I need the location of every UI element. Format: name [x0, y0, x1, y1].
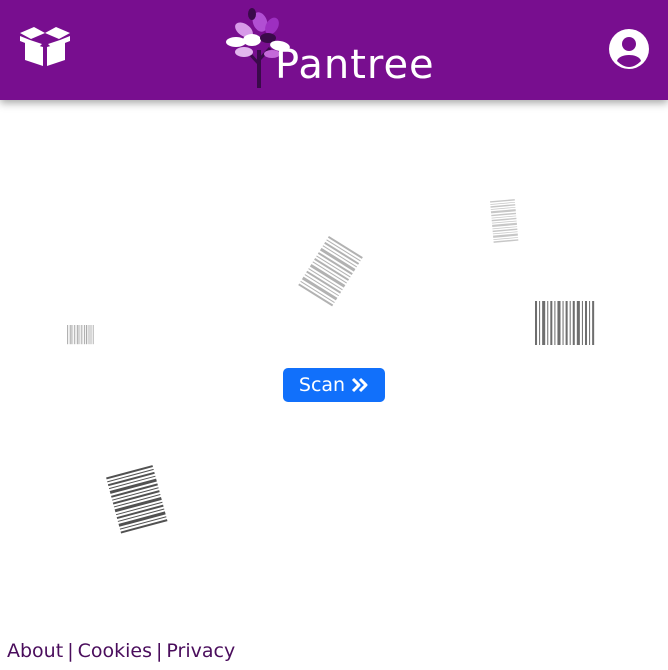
open-box-icon[interactable] [18, 25, 72, 69]
about-link[interactable]: About [7, 640, 63, 662]
footer-separator: | [155, 640, 163, 662]
double-chevron-right-icon [352, 377, 368, 393]
barcode-decoration [490, 199, 519, 243]
scan-button-label: Scan [298, 374, 346, 396]
page: Pantree Scan About | Cookies | Privacy [0, 0, 668, 670]
floating-barcodes [67, 199, 595, 534]
barcode-decoration [67, 325, 94, 345]
cookies-link[interactable]: Cookies [78, 640, 152, 662]
privacy-link[interactable]: Privacy [166, 640, 235, 662]
brand-name: Pantree [275, 42, 435, 88]
barcode-decoration [106, 465, 168, 534]
pantree-logo[interactable]: Pantree [222, 8, 462, 92]
scan-button[interactable]: Scan [283, 368, 385, 402]
user-circle-icon[interactable] [608, 28, 650, 70]
footer-separator: | [67, 640, 74, 662]
barcode-decoration [298, 235, 363, 307]
app-header: Pantree [0, 0, 668, 100]
footer: About | Cookies | Privacy [7, 638, 235, 664]
barcode-decoration [535, 301, 595, 345]
